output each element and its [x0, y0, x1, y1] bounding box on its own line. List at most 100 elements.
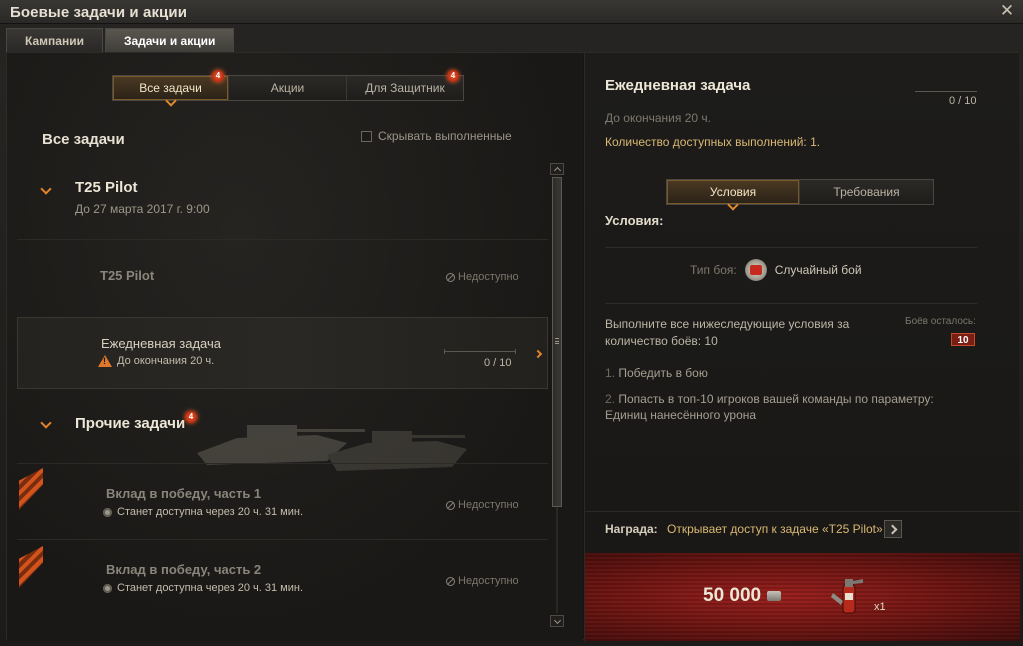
- quest-group-t25-pilot[interactable]: T25 Pilot До 27 марта 2017 г. 9:00: [17, 163, 548, 239]
- scroll-up-button[interactable]: [550, 163, 564, 175]
- status-unavailable: Недоступно: [446, 271, 519, 283]
- quest-list: T25 Pilot До 27 марта 2017 г. 9:00 T25 P…: [17, 163, 548, 629]
- availability-text: Станет доступна через 20 ч. 31 мин.: [117, 506, 304, 518]
- quest-item-contribution-2[interactable]: Вклад в победу, часть 2 Станет доступна …: [17, 539, 548, 615]
- quest-group-other[interactable]: Прочие задачи 4: [17, 389, 548, 463]
- detail-deadline: До окончания 20 ч.: [605, 111, 711, 125]
- reward-bar: Награда: Открывает доступ к задаче «T25 …: [585, 511, 1020, 553]
- conditions-heading: Условия:: [605, 213, 664, 228]
- divider: [605, 303, 977, 304]
- quest-availability: Станет доступна через 20 ч. 31 мин.: [103, 582, 303, 594]
- condition-number: 1.: [605, 366, 616, 380]
- tab-requirements[interactable]: Требования: [800, 180, 933, 204]
- detail-tabs: Условия Требования: [666, 179, 934, 205]
- section-title: Все задачи: [42, 131, 125, 148]
- deadline-text: До окончания 20 ч.: [117, 355, 215, 367]
- locked-stripe: [19, 468, 43, 510]
- filter-defender[interactable]: Для Защитник 4: [347, 70, 463, 100]
- scroll-down-button[interactable]: [550, 615, 564, 627]
- clock-icon: [103, 507, 112, 517]
- hide-completed-toggle[interactable]: Скрывать выполненные: [361, 129, 512, 143]
- chevron-down-icon[interactable]: [40, 183, 52, 195]
- battle-type: Тип боя: Случайный бой: [690, 259, 862, 281]
- window-title: Боевые задачи и акции: [10, 4, 188, 21]
- filter-all-quests[interactable]: Все задачи 4: [113, 70, 229, 100]
- tab-quests-and-promos[interactable]: Задачи и акции: [104, 28, 235, 52]
- battles-left-badge: 10: [951, 333, 975, 346]
- filter-defender-label: Для Защитник: [365, 81, 445, 95]
- notification-badge: 4: [185, 411, 197, 423]
- reward-label: Награда:: [605, 522, 658, 536]
- checkbox[interactable]: [361, 130, 372, 142]
- item-quantity: x1: [874, 601, 886, 613]
- filter-promos[interactable]: Акции: [229, 76, 347, 100]
- no-entry-icon: [446, 272, 455, 282]
- battle-type-label: Тип боя:: [690, 263, 737, 277]
- status-unavailable: Недоступно: [446, 499, 519, 511]
- divider: [605, 247, 977, 248]
- reward-text: Открывает доступ к задаче «T25 Pilot»: [667, 522, 883, 536]
- reward-panel: 50 000 x1: [585, 553, 1020, 641]
- clock-icon: [103, 583, 112, 593]
- credits-icon: [767, 591, 782, 601]
- credits-reward: 50 000: [703, 585, 782, 607]
- group-title: T25 Pilot: [75, 179, 138, 196]
- quest-title: Ежедневная задача: [101, 336, 221, 351]
- quest-item-t25-pilot[interactable]: T25 Pilot Недоступно: [17, 239, 548, 317]
- quest-deadline: До окончания 20 ч.: [98, 355, 214, 367]
- conditions-description: Выполните все нижеследующие условия за к…: [605, 317, 850, 348]
- tab-campaigns[interactable]: Кампании: [6, 28, 103, 52]
- quest-item-contribution-1[interactable]: Вклад в победу, часть 1 Станет доступна …: [17, 463, 548, 539]
- group-deadline: До 27 марта 2017 г. 9:00: [75, 202, 210, 216]
- scroll-thumb[interactable]: [552, 177, 562, 507]
- battle-type-value: Случайный бой: [774, 263, 862, 277]
- no-entry-icon: [446, 576, 455, 586]
- chevron-right-icon: [533, 349, 543, 359]
- content-area: Все задачи 4 Акции Для Защитник 4 Все за…: [6, 52, 1020, 641]
- progress-tick: [444, 349, 445, 354]
- quest-item-daily[interactable]: Ежедневная задача До окончания 20 ч. 0 /…: [17, 317, 548, 389]
- scrollbar[interactable]: [550, 163, 564, 629]
- quest-title: Вклад в победу, часть 2: [106, 562, 262, 577]
- notification-badge: 4: [447, 70, 459, 82]
- status-text: Недоступно: [458, 575, 519, 587]
- notification-badge: 4: [212, 70, 224, 82]
- progress-bar: [915, 91, 977, 92]
- condition-text: Победить в бою: [618, 366, 708, 380]
- detail-title: Ежедневная задача: [605, 77, 751, 94]
- quest-filter: Все задачи 4 Акции Для Защитник 4: [112, 70, 464, 101]
- fire-extinguisher-icon: [831, 579, 863, 614]
- availability-text: Станет доступна через 20 ч. 31 мин.: [117, 582, 304, 594]
- battles-left-label: Боёв осталось:: [905, 316, 976, 327]
- chevron-down-icon[interactable]: [40, 417, 52, 429]
- status-text: Недоступно: [458, 499, 519, 511]
- quest-title: Вклад в победу, часть 1: [106, 486, 262, 501]
- main-tabs: Кампании Задачи и акции: [6, 28, 236, 52]
- status-unavailable: Недоступно: [446, 575, 519, 587]
- close-icon[interactable]: ✕: [999, 2, 1015, 19]
- credits-amount: 50 000: [703, 585, 762, 606]
- quest-title: T25 Pilot: [100, 268, 155, 283]
- condition-number: 2.: [605, 392, 616, 406]
- locked-stripe: [19, 546, 43, 588]
- progress-bar: [444, 351, 516, 352]
- condition-text: Попасть в топ-10 игроков вашей команды п…: [605, 392, 934, 422]
- quest-detail-panel: Ежедневная задача 0 / 10 До окончания 20…: [584, 53, 1020, 641]
- tab-conditions[interactable]: Условия: [667, 180, 800, 204]
- progress-text: 0 / 10: [484, 357, 512, 369]
- quests-window: Боевые задачи и акции ✕ Кампании Задачи …: [0, 0, 1023, 646]
- quest-availability: Станет доступна через 20 ч. 31 мин.: [103, 506, 303, 518]
- grip-icon: [555, 338, 559, 344]
- title-bar: Боевые задачи и акции ✕: [0, 0, 1023, 24]
- condition-item: 1. Победить в бою: [605, 365, 965, 381]
- hide-completed-label: Скрывать выполненные: [378, 129, 512, 143]
- progress-tick: [515, 349, 516, 354]
- condition-item: 2. Попасть в топ-10 игроков вашей команд…: [605, 391, 965, 423]
- reward-go-button[interactable]: [884, 520, 902, 538]
- warning-icon: [98, 355, 112, 367]
- filter-all-label: Все задачи: [139, 81, 202, 95]
- detail-available-count: Количество доступных выполнений: 1.: [605, 135, 821, 149]
- group-title: Прочие задачи: [75, 415, 186, 432]
- random-battle-icon: [744, 259, 767, 281]
- no-entry-icon: [446, 500, 455, 510]
